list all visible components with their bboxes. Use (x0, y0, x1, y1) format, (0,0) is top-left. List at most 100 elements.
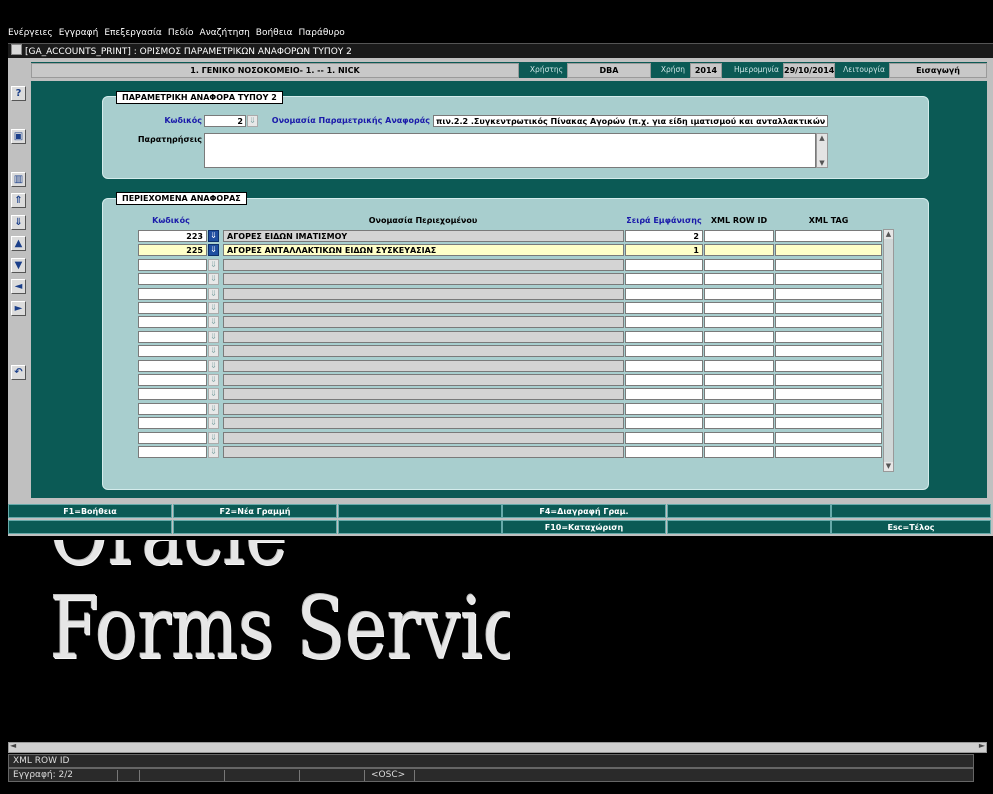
xml-tag-cell[interactable] (775, 316, 882, 328)
next-record-icon[interactable]: ▼ (11, 258, 26, 273)
scroll-up-icon[interactable]: ▲ (884, 230, 893, 239)
xml-tag-cell[interactable] (775, 432, 882, 444)
order-cell[interactable] (625, 316, 703, 328)
code-cell[interactable] (138, 345, 207, 357)
xml-tag-cell[interactable] (775, 259, 882, 271)
xml-tag-cell[interactable] (775, 288, 882, 300)
name-cell[interactable] (223, 417, 624, 429)
scroll-down-icon[interactable]: ▼ (884, 462, 893, 471)
code-cell[interactable] (138, 446, 207, 458)
name-cell[interactable] (223, 446, 624, 458)
scroll-left-icon[interactable]: ◄ (10, 741, 16, 750)
name-cell[interactable] (223, 316, 624, 328)
order-cell[interactable] (625, 417, 703, 429)
xml-row-id-cell[interactable] (704, 417, 774, 429)
code-cell[interactable] (138, 432, 207, 444)
scroll-right-icon[interactable]: ► (979, 741, 985, 750)
name-cell[interactable] (223, 388, 624, 400)
row-lov-button[interactable]: ⇓ (208, 244, 219, 256)
code-cell[interactable] (138, 316, 207, 328)
order-cell[interactable] (625, 302, 703, 314)
last-record-icon[interactable]: ⇓ (11, 215, 26, 230)
code-field[interactable]: 2 (204, 115, 246, 127)
order-cell[interactable] (625, 331, 703, 343)
row-lov-button[interactable]: ⇓ (208, 374, 219, 386)
xml-row-id-cell[interactable] (704, 259, 774, 271)
code-lov-button[interactable]: ⇓ (247, 115, 258, 127)
name-cell[interactable]: ΑΓΟΡΕΣ ΑΝΤΑΛΛΑΚΤΙΚΩΝ ΕΙΔΩΝ ΣΥΣΚΕΥΑΣΙΑΣ (223, 244, 624, 256)
xml-row-id-cell[interactable] (704, 273, 774, 285)
previous-block-icon[interactable]: ◄ (11, 279, 26, 294)
code-cell[interactable] (138, 417, 207, 429)
code-cell[interactable] (138, 259, 207, 271)
order-cell[interactable] (625, 273, 703, 285)
row-lov-button[interactable]: ⇓ (208, 388, 219, 400)
code-cell[interactable] (138, 288, 207, 300)
first-record-icon[interactable]: ⇑ (11, 193, 26, 208)
row-lov-button[interactable]: ⇓ (208, 273, 219, 285)
name-cell[interactable] (223, 331, 624, 343)
xml-tag-cell[interactable] (775, 446, 882, 458)
name-cell[interactable] (223, 302, 624, 314)
xml-tag-cell[interactable] (775, 273, 882, 285)
exit-icon[interactable]: ↶ (11, 365, 26, 380)
name-cell[interactable] (223, 403, 624, 415)
report-name-field[interactable]: πιν.2.2 .Συγκεντρωτικός Πίνακας Αγορών (… (433, 115, 828, 127)
function-key-button[interactable]: Esc=Τέλος (831, 520, 991, 534)
xml-tag-cell[interactable] (775, 403, 882, 415)
order-cell[interactable] (625, 374, 703, 386)
xml-tag-cell[interactable] (775, 345, 882, 357)
xml-row-id-cell[interactable] (704, 230, 774, 242)
order-cell[interactable] (625, 288, 703, 300)
function-key-button[interactable]: F10=Καταχώριση (502, 520, 666, 534)
row-lov-button[interactable]: ⇓ (208, 446, 219, 458)
xml-tag-cell[interactable] (775, 230, 882, 242)
notes-field[interactable] (204, 133, 816, 168)
code-cell[interactable]: 225 (138, 244, 207, 256)
row-lov-button[interactable]: ⇓ (208, 230, 219, 242)
row-lov-button[interactable]: ⇓ (208, 331, 219, 343)
name-cell[interactable] (223, 273, 624, 285)
row-lov-button[interactable]: ⇓ (208, 316, 219, 328)
xml-row-id-cell[interactable] (704, 244, 774, 256)
name-cell[interactable] (223, 288, 624, 300)
xml-row-id-cell[interactable] (704, 403, 774, 415)
row-lov-button[interactable]: ⇓ (208, 302, 219, 314)
order-cell[interactable] (625, 403, 703, 415)
row-lov-button[interactable]: ⇓ (208, 403, 219, 415)
xml-tag-cell[interactable] (775, 374, 882, 386)
name-cell[interactable] (223, 432, 624, 444)
name-cell[interactable] (223, 374, 624, 386)
scroll-up-icon[interactable]: ▲ (817, 134, 827, 142)
xml-tag-cell[interactable] (775, 417, 882, 429)
menu-item[interactable]: Ενέργειες (8, 28, 53, 38)
function-key-button[interactable]: F2=Νέα Γραμμή (173, 504, 337, 518)
name-cell[interactable] (223, 345, 624, 357)
menu-item[interactable]: Βοήθεια (256, 28, 293, 38)
row-lov-button[interactable]: ⇓ (208, 417, 219, 429)
grid-scrollbar[interactable]: ▲ ▼ (883, 229, 894, 472)
xml-tag-cell[interactable] (775, 360, 882, 372)
name-cell[interactable] (223, 360, 624, 372)
xml-row-id-cell[interactable] (704, 432, 774, 444)
order-cell[interactable] (625, 259, 703, 271)
next-block-icon[interactable]: ► (11, 301, 26, 316)
xml-tag-cell[interactable] (775, 244, 882, 256)
function-key-button[interactable]: F4=Διαγραφή Γραμ. (502, 504, 666, 518)
xml-row-id-cell[interactable] (704, 316, 774, 328)
code-cell[interactable] (138, 331, 207, 343)
xml-row-id-cell[interactable] (704, 288, 774, 300)
delete-icon[interactable]: ▥ (11, 172, 26, 187)
row-lov-button[interactable]: ⇓ (208, 360, 219, 372)
order-cell[interactable]: 1 (625, 244, 703, 256)
menu-item[interactable]: Επεξεργασία (104, 28, 162, 38)
order-cell[interactable]: 2 (625, 230, 703, 242)
xml-tag-cell[interactable] (775, 388, 882, 400)
code-cell[interactable] (138, 388, 207, 400)
code-cell[interactable]: 223 (138, 230, 207, 242)
xml-tag-cell[interactable] (775, 302, 882, 314)
menu-item[interactable]: Πεδίο (168, 28, 194, 38)
help-icon[interactable]: ? (11, 86, 26, 101)
previous-record-icon[interactable]: ▲ (11, 236, 26, 251)
row-lov-button[interactable]: ⇓ (208, 345, 219, 357)
